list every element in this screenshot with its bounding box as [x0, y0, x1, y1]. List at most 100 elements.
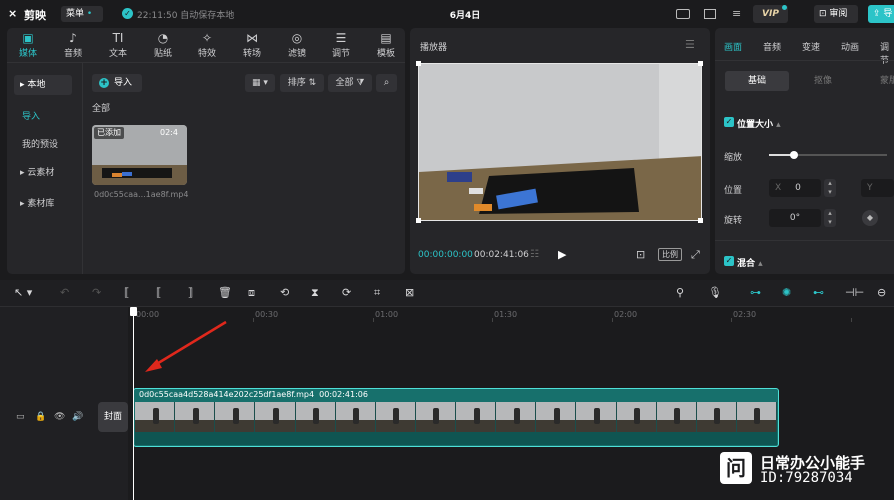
lock-icon[interactable]: 🔒: [35, 412, 46, 422]
tab-adjust[interactable]: ☰ 调节: [323, 31, 359, 61]
filter-all-button[interactable]: 全部 ⧩: [328, 74, 372, 92]
sidebar-item-cloud[interactable]: ▸ 云素材: [14, 163, 72, 183]
tab-audio[interactable]: ♪ 音频: [55, 31, 91, 61]
segment-basic[interactable]: 基础: [725, 71, 789, 91]
collapse-icon[interactable]: ▴: [776, 120, 781, 130]
link-main-track-icon[interactable]: ⊶: [750, 286, 761, 299]
autosave-status: 22:11:50 自动保存本地: [137, 11, 235, 21]
snap-icon[interactable]: ✺: [782, 286, 791, 299]
tab-media[interactable]: ▣ 媒体: [10, 31, 46, 61]
delete-icon[interactable]: 🗑: [218, 286, 232, 299]
clip-frame-figure: [473, 408, 480, 424]
menu-button[interactable]: 菜单 •: [61, 6, 103, 22]
timeline-grid-icon[interactable]: ☷: [530, 249, 539, 260]
scale-slider-knob[interactable]: [790, 151, 798, 159]
prop-tab-adjust[interactable]: 调节: [880, 40, 894, 66]
tab-transition[interactable]: ⋈ 转场: [234, 31, 270, 61]
fit-screen-icon[interactable]: ⊡: [636, 248, 645, 261]
sidebar-item-import[interactable]: 导入: [22, 109, 40, 122]
clip-duration: 00:02:41:06: [319, 390, 368, 399]
prop-tab-audio[interactable]: 音频: [763, 40, 781, 53]
split-icon[interactable]: ⟦: [124, 286, 129, 299]
prop-tab-speed[interactable]: 变速: [802, 40, 820, 53]
clip-frame: [215, 402, 256, 432]
keyframe-icon[interactable]: ◆: [862, 210, 878, 226]
position-y-field[interactable]: Y: [861, 179, 894, 197]
cover-button[interactable]: 封面: [98, 402, 128, 432]
player-menu-icon[interactable]: ☰: [685, 38, 695, 51]
link-icon[interactable]: ⊷: [813, 286, 824, 299]
ruler-tick: [851, 318, 852, 322]
playhead[interactable]: [133, 310, 134, 500]
resize-handle[interactable]: [698, 61, 703, 66]
undo-icon[interactable]: ↶: [60, 286, 69, 299]
resize-handle[interactable]: [416, 218, 421, 223]
segment-mask[interactable]: 蒙版: [857, 71, 894, 91]
section-title: 全部: [92, 104, 111, 114]
mirror-icon[interactable]: ⧗: [311, 286, 319, 300]
rotation-stepper[interactable]: ▴ ▾: [824, 209, 836, 227]
zoom-out-icon[interactable]: ⊖: [877, 286, 886, 299]
clip-frame-figure: [634, 408, 641, 424]
blend-checkbox[interactable]: ✓: [724, 256, 734, 266]
play-icon[interactable]: ▶: [558, 248, 566, 261]
prop-tab-picture[interactable]: 画面: [724, 40, 742, 53]
image-adjust-icon[interactable]: ⊠: [405, 286, 414, 299]
rotation-field[interactable]: 0°: [769, 209, 821, 227]
redo-icon[interactable]: ↷: [92, 286, 101, 299]
preview-axis-icon[interactable]: ⊣⊢: [845, 286, 864, 299]
microphone-icon[interactable]: 🎙: [708, 286, 722, 299]
tab-sticker[interactable]: ◔ 贴纸: [145, 31, 181, 61]
position-x-stepper[interactable]: ▴ ▾: [824, 179, 836, 197]
reverse-icon[interactable]: ⟲: [280, 286, 289, 299]
tab-effects[interactable]: ✧ 特效: [189, 31, 225, 61]
segment-cutout[interactable]: 抠像: [791, 71, 855, 91]
clip-frame: [736, 402, 777, 432]
tab-label: 模板: [376, 49, 395, 59]
select-cursor-icon[interactable]: ↖ ▾: [14, 286, 32, 299]
sort-button[interactable]: 排序 ⇅: [280, 74, 324, 92]
resize-handle[interactable]: [416, 61, 421, 66]
prop-tab-animation[interactable]: 动画: [841, 40, 859, 53]
position-size-checkbox[interactable]: ✓: [724, 117, 734, 127]
track-display-icon[interactable]: ▭: [16, 412, 25, 422]
freeze-icon[interactable]: ⧈: [248, 286, 255, 300]
aspect-ratio-button[interactable]: 比例: [658, 248, 682, 261]
magic-wand-icon[interactable]: ⚲: [676, 286, 684, 299]
clip-frame: [415, 402, 456, 432]
search-icon[interactable]: ⌕: [376, 74, 397, 92]
clip-frame: [375, 402, 416, 432]
sidebar-item-library[interactable]: ▸ 素材库: [14, 194, 72, 214]
keyboard-shortcuts-icon[interactable]: [676, 9, 690, 19]
settings-menu-icon[interactable]: ≡: [732, 8, 744, 20]
video-preview[interactable]: [418, 63, 702, 221]
view-mode-button[interactable]: ▦ ▾: [245, 74, 275, 92]
adjust-icon: ☰: [335, 31, 347, 45]
filter-icon: ◎: [291, 31, 303, 45]
ruler-label: 00:30: [255, 310, 279, 319]
sidebar-item-local[interactable]: ▸ 本地: [14, 75, 72, 95]
speaker-icon[interactable]: 🔊: [72, 412, 83, 422]
tab-template[interactable]: ▤ 模板: [368, 31, 404, 61]
ruler-tick: [373, 318, 374, 322]
tab-text[interactable]: TI 文本: [100, 31, 136, 61]
review-button[interactable]: ⊡ 审阅: [814, 5, 858, 23]
crop-icon[interactable]: ⌗: [374, 286, 380, 300]
tab-label: 贴纸: [153, 49, 172, 59]
sidebar-item-presets[interactable]: 我的预设: [22, 137, 58, 150]
eye-icon[interactable]: 👁: [54, 412, 65, 422]
divider: [82, 63, 83, 274]
clip-frame-figure: [593, 408, 600, 424]
split-left-icon[interactable]: ⟦: [156, 286, 161, 299]
resize-handle[interactable]: [698, 218, 703, 223]
split-right-icon[interactable]: ⟧: [188, 286, 193, 299]
app-name: 剪映: [24, 9, 46, 22]
collapse-icon[interactable]: ▴: [758, 259, 763, 269]
playhead-handle[interactable]: [130, 307, 137, 316]
position-x-field[interactable]: X0: [769, 179, 821, 197]
rotate-icon[interactable]: ⟳: [342, 286, 351, 299]
export-button[interactable]: ⇪ 导: [868, 5, 894, 23]
layout-icon[interactable]: [704, 9, 716, 19]
tab-filter[interactable]: ◎ 滤镜: [279, 31, 315, 61]
fullscreen-icon[interactable]: ⤢: [691, 248, 700, 262]
